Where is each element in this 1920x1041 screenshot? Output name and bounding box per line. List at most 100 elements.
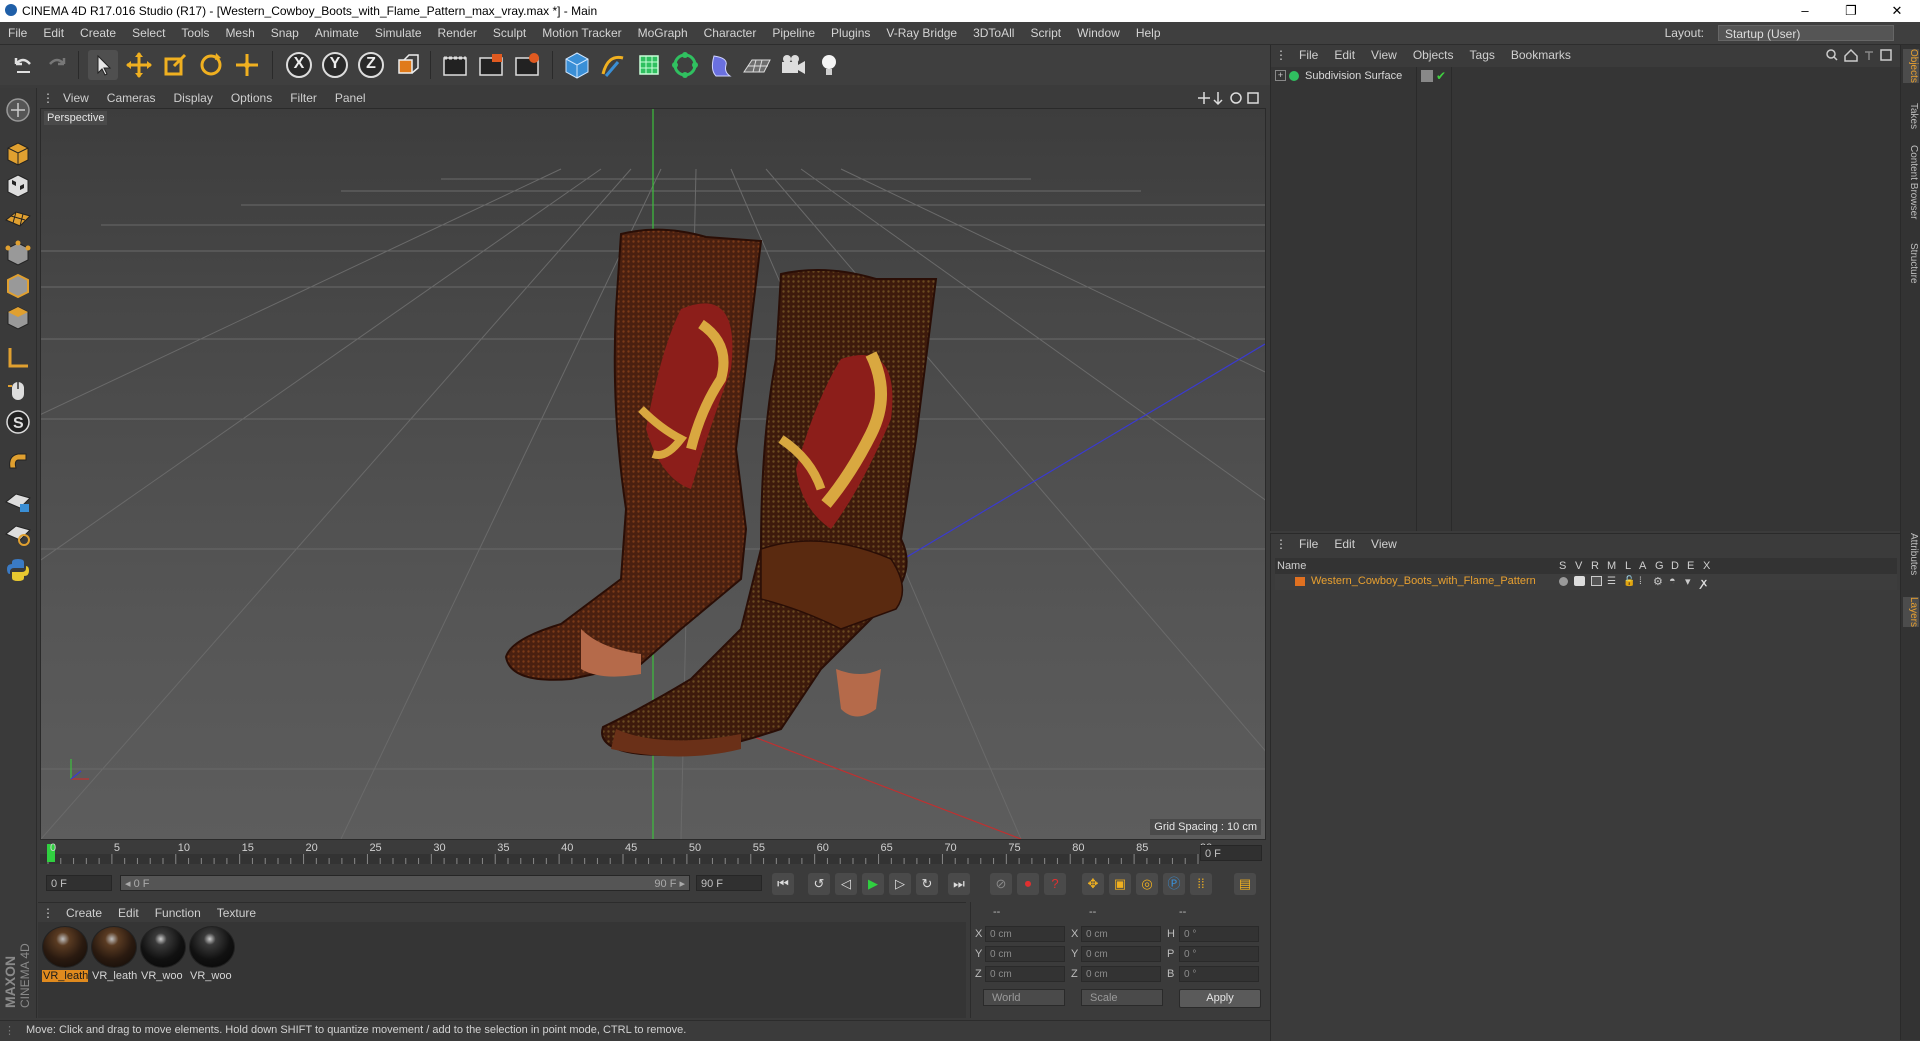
objects-menu-tags[interactable]: Tags [1462, 45, 1503, 65]
layout-dropdown[interactable]: Startup (User) [1718, 25, 1894, 41]
menu-mograph[interactable]: MoGraph [630, 22, 696, 44]
tab-objects[interactable]: Objects [1903, 49, 1919, 83]
menu-select[interactable]: Select [124, 22, 173, 44]
timeline-window-icon[interactable]: ▤ [1234, 873, 1256, 895]
undo-icon[interactable] [8, 50, 38, 80]
redo-icon[interactable] [42, 50, 72, 80]
column-view[interactable]: V [1575, 560, 1582, 572]
menu-vray-bridge[interactable]: V-Ray Bridge [878, 22, 965, 44]
viewport-menu-filter[interactable]: Filter [281, 88, 326, 108]
column-expressions[interactable]: E [1687, 560, 1694, 572]
layer-visibility-icon[interactable] [1421, 70, 1433, 82]
cube-primitive-icon[interactable] [562, 50, 592, 80]
menu-3dtoall[interactable]: 3DToAll [965, 22, 1022, 44]
floor-scene-icon[interactable] [742, 50, 772, 80]
layer-name[interactable]: Western_Cowboy_Boots_with_Flame_Pattern [1311, 575, 1536, 587]
tab-layers[interactable]: Layers [1903, 597, 1919, 628]
column-render[interactable]: R [1591, 560, 1599, 572]
points-mode-icon[interactable] [4, 240, 32, 268]
start-frame-field[interactable]: 0 F [46, 875, 112, 891]
column-deformers[interactable]: D [1671, 560, 1679, 572]
layer-solo-icon[interactable] [1559, 577, 1568, 586]
menu-create[interactable]: Create [72, 22, 124, 44]
material-item[interactable]: VR_leath [42, 926, 88, 984]
menu-mesh[interactable]: Mesh [217, 22, 262, 44]
expand-toggle-icon[interactable]: + [1275, 70, 1286, 81]
perspective-viewport[interactable]: Perspective Grid Spacing : 10 cm [40, 108, 1266, 840]
column-xref[interactable]: X [1703, 560, 1710, 572]
go-to-start-icon[interactable]: ⏮ [772, 873, 794, 895]
rotate-icon[interactable] [196, 50, 226, 80]
menu-plugins[interactable]: Plugins [823, 22, 878, 44]
key-position-icon[interactable]: ✥ [1082, 873, 1104, 895]
apply-button[interactable]: Apply [1179, 989, 1261, 1008]
viewport-menu-cameras[interactable]: Cameras [98, 88, 165, 108]
material-menu-create[interactable]: Create [58, 903, 110, 923]
layers-menu-file[interactable]: File [1291, 534, 1326, 554]
viewport-menu-panel[interactable]: Panel [326, 88, 375, 108]
viewport-label[interactable]: Perspective [44, 111, 108, 125]
render-picture-viewer-icon[interactable] [476, 50, 506, 80]
live-select-icon[interactable] [232, 50, 262, 80]
restore-button[interactable]: ❐ [1828, 0, 1874, 22]
lock-workplane-icon[interactable] [4, 488, 32, 516]
magnet-icon[interactable] [4, 448, 32, 476]
layer-color-swatch[interactable] [1295, 577, 1305, 586]
array-cloner-icon[interactable] [670, 50, 700, 80]
x-axis-icon[interactable]: X [284, 50, 314, 80]
material-menu-edit[interactable]: Edit [110, 903, 147, 923]
layer-manager-icon[interactable]: ☰ [1607, 576, 1616, 587]
menu-script[interactable]: Script [1022, 22, 1069, 44]
edges-mode-icon[interactable] [4, 272, 32, 300]
layer-generators-icon[interactable]: ⚙ [1653, 575, 1663, 588]
minimize-button[interactable]: – [1782, 0, 1828, 22]
size-y-field[interactable]: 0 cm [1081, 946, 1161, 962]
column-manager[interactable]: M [1607, 560, 1616, 572]
menu-help[interactable]: Help [1128, 22, 1169, 44]
deformer-icon[interactable] [706, 50, 736, 80]
size-z-field[interactable]: 0 cm [1081, 966, 1161, 982]
objects-menu-objects[interactable]: Objects [1405, 45, 1462, 65]
menu-character[interactable]: Character [696, 22, 765, 44]
texture-mode-icon[interactable] [4, 172, 32, 200]
objects-menu-view[interactable]: View [1363, 45, 1405, 65]
tab-attributes[interactable]: Attributes [1903, 533, 1919, 575]
material-item[interactable]: VR_woo [189, 926, 235, 984]
size-x-field[interactable]: 0 cm [1081, 926, 1161, 942]
enable-axis-icon[interactable] [4, 344, 32, 372]
objects-menu-edit[interactable]: Edit [1326, 45, 1363, 65]
polygons-mode-icon[interactable] [4, 304, 32, 332]
column-locked[interactable]: L [1625, 560, 1631, 572]
frame-range-slider[interactable]: ◂ 0 F 90 F ▸ [120, 875, 690, 891]
menu-animate[interactable]: Animate [307, 22, 367, 44]
go-to-end-icon[interactable]: ⏭ [948, 873, 970, 895]
coordinate-mode-dropdown[interactable]: World [983, 989, 1065, 1006]
previous-frame-icon[interactable]: ◁ [835, 873, 857, 895]
coordinate-system-icon[interactable] [392, 50, 422, 80]
menu-snap[interactable]: Snap [263, 22, 307, 44]
light-icon[interactable] [814, 50, 844, 80]
pos-x-field[interactable]: 0 cm [985, 926, 1065, 942]
viewport-menu-options[interactable]: Options [222, 88, 281, 108]
menu-simulate[interactable]: Simulate [367, 22, 430, 44]
viewport-menu-display[interactable]: Display [164, 88, 221, 108]
model-mode-icon[interactable] [4, 140, 32, 168]
layer-xref-icon[interactable]: ꭗ [1701, 575, 1707, 590]
move-icon[interactable] [124, 50, 154, 80]
enabled-check-icon[interactable]: ✔ [1436, 69, 1446, 83]
previous-key-icon[interactable]: ↺ [808, 873, 830, 895]
tweak-mode-icon[interactable] [4, 376, 32, 404]
layer-render-icon[interactable] [1591, 576, 1602, 586]
next-key-icon[interactable]: ↻ [916, 873, 938, 895]
column-solo[interactable]: S [1559, 560, 1566, 572]
play-forward-icon[interactable]: ▶ [862, 873, 884, 895]
column-animation[interactable]: A [1639, 560, 1646, 572]
column-generators[interactable]: G [1655, 560, 1664, 572]
layer-deformers-icon[interactable]: ◓ [1669, 575, 1676, 587]
pen-spline-icon[interactable] [598, 50, 628, 80]
make-editable-icon[interactable] [4, 96, 32, 124]
pos-z-field[interactable]: 0 cm [985, 966, 1065, 982]
edit-render-settings-icon[interactable] [512, 50, 542, 80]
viewport-menu-view[interactable]: View [54, 88, 98, 108]
menu-edit[interactable]: Edit [35, 22, 72, 44]
